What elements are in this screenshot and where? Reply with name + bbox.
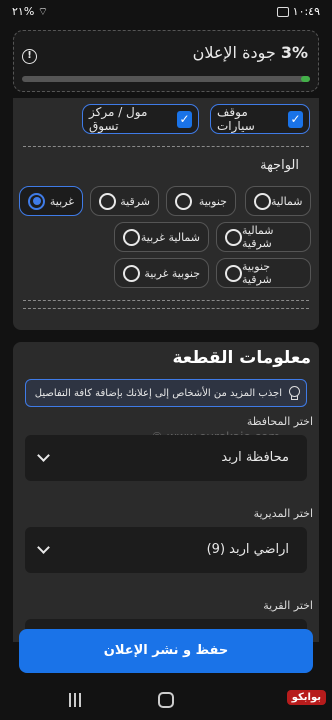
ad-quality-card: 3% جودة الإعلان ! xyxy=(13,30,319,92)
directorate-label: اختر المديرية xyxy=(253,507,313,520)
radio-icon[interactable] xyxy=(225,228,242,246)
wifi-icon: ⌔ xyxy=(37,5,49,18)
features-card: موقف سيارات ✓ مول / مركز تسوق ✓ الواجهة … xyxy=(13,98,319,330)
tip-banner: اجذب المزيد من الأشخاص إلى إعلانك بإضافة… xyxy=(25,379,307,407)
directorate-value: اراضي اربد (9) xyxy=(206,542,289,557)
ad-quality-label: جودة الإعلان xyxy=(192,43,276,62)
divider xyxy=(23,146,309,147)
home-icon[interactable] xyxy=(158,692,174,708)
divider xyxy=(23,300,309,301)
lightbulb-icon xyxy=(288,386,300,400)
governorate-label: اختر المحافظة xyxy=(246,415,313,428)
facade-option-east[interactable]: شرقية xyxy=(90,186,159,216)
save-publish-button[interactable]: حفظ و نشر الإعلان xyxy=(19,629,313,673)
parking-checkbox-chip[interactable]: موقف سيارات ✓ xyxy=(210,104,310,134)
radio-icon[interactable] xyxy=(123,264,140,282)
facade-label: الواجهة xyxy=(260,158,299,173)
plot-info-card: معلومات القطعة اجذب المزيد من الأشخاص إل… xyxy=(13,342,319,642)
tip-text: اجذب المزيد من الأشخاص إلى إعلانك بإضافة… xyxy=(34,387,282,399)
facade-option-south-west[interactable]: جنوبية غربية xyxy=(114,258,209,288)
status-bar: ٢١% ⌔ ١٠:٤٩ xyxy=(0,0,332,26)
info-icon[interactable]: ! xyxy=(22,49,37,64)
village-label: اختر القرية xyxy=(263,599,313,612)
checkbox-checked-icon[interactable]: ✓ xyxy=(287,110,303,128)
radio-icon[interactable] xyxy=(225,264,242,282)
time-text: ١٠:٤٩ xyxy=(292,5,320,18)
quality-progress-bar xyxy=(22,76,310,82)
radio-icon[interactable] xyxy=(175,192,192,210)
facade-option-label: شرقية xyxy=(120,194,150,208)
plot-info-title: معلومات القطعة xyxy=(172,348,311,368)
directorate-select[interactable]: اراضي اربد (9) xyxy=(25,527,307,573)
facade-option-north[interactable]: شمالية xyxy=(245,186,311,216)
chevron-down-icon xyxy=(37,541,50,554)
mall-label: مول / مركز تسوق xyxy=(89,105,148,133)
facade-option-label: شمالية xyxy=(271,194,303,208)
facade-option-label: شمالية شرقية xyxy=(242,224,274,250)
facade-option-label: جنوبية xyxy=(198,194,227,208)
facade-option-label: غربية xyxy=(49,194,74,208)
radio-icon[interactable] xyxy=(123,228,140,246)
navigation-bar: بوابكو xyxy=(0,682,332,720)
parking-label: موقف سيارات xyxy=(217,105,255,133)
image-icon xyxy=(277,7,290,17)
radio-icon[interactable] xyxy=(254,192,271,210)
radio-icon[interactable] xyxy=(99,192,116,210)
recent-apps-icon[interactable] xyxy=(69,693,81,707)
facade-option-label: شمالية غربية xyxy=(140,230,200,244)
facade-option-south[interactable]: جنوبية xyxy=(166,186,236,216)
divider xyxy=(23,308,309,309)
clock: ١٠:٤٩ xyxy=(277,5,320,18)
governorate-value: محافظة اربد xyxy=(221,450,289,465)
facade-option-south-east[interactable]: جنوبية شرقية xyxy=(216,258,311,288)
site-logo: بوابكو xyxy=(286,690,326,705)
status-left: ٢١% ⌔ xyxy=(12,5,48,19)
facade-option-label: جنوبية غربية xyxy=(144,266,200,280)
ad-quality-title: 3% جودة الإعلان xyxy=(193,43,308,62)
battery-text: ٢١% xyxy=(12,5,35,18)
mall-checkbox-chip[interactable]: مول / مركز تسوق ✓ xyxy=(82,104,199,134)
radio-selected-icon[interactable] xyxy=(28,192,45,210)
chevron-down-icon xyxy=(37,449,50,462)
facade-option-west[interactable]: غربية xyxy=(19,186,83,216)
facade-option-north-west[interactable]: شمالية غربية xyxy=(114,222,209,252)
quality-progress-fill xyxy=(301,76,310,82)
checkbox-checked-icon[interactable]: ✓ xyxy=(177,110,192,128)
facade-option-north-east[interactable]: شمالية شرقية xyxy=(216,222,311,252)
facade-option-label: جنوبية شرقية xyxy=(242,260,272,286)
ad-quality-percent: 3% xyxy=(280,43,308,62)
governorate-select[interactable]: محافظة اربد xyxy=(25,435,307,481)
